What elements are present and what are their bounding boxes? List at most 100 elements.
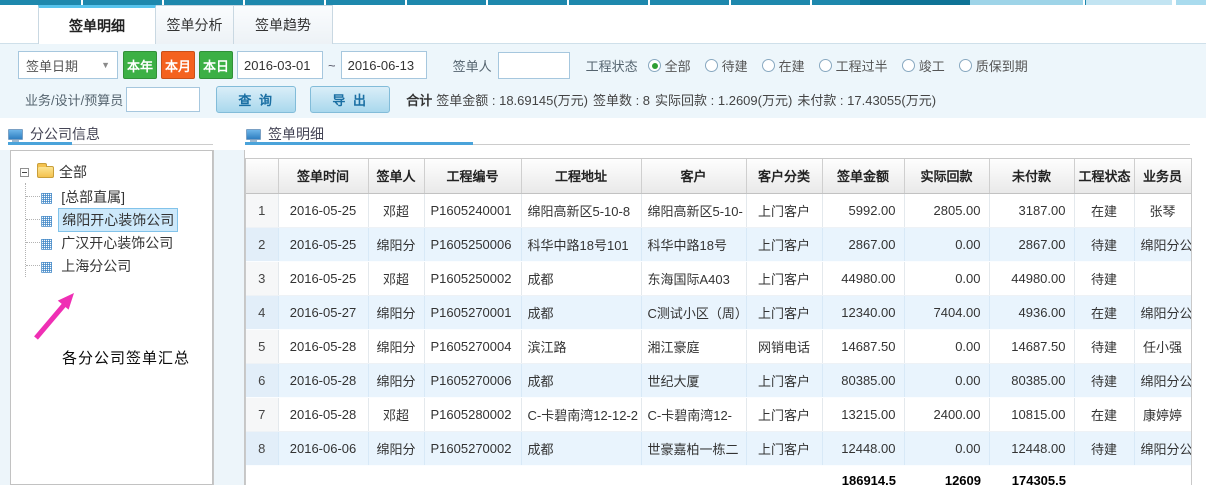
quick-button-1[interactable]: 本年 [123,51,157,79]
quick-button-2[interactable]: 本月 [161,51,195,79]
status-radio-4[interactable]: 工程过半 [819,56,888,75]
table-cell: 绵阳高新区5-10-8 [521,193,641,227]
status-radio-2[interactable]: 待建 [705,56,748,75]
table-row[interactable]: 52016-05-28绵阳分P1605270004滨江路湘江豪庭网销电话1468… [246,329,1191,363]
column-header-8[interactable]: 签单金额 [822,159,904,193]
sidebar-title-underline [8,142,72,145]
table-row[interactable]: 42016-05-27绵阳分P1605270001成都C测试小区（周）上门客户1… [246,295,1191,329]
status-radio-6[interactable]: 质保到期 [959,56,1028,75]
totals-summary: 合计签单金额 : 18.69145(万元)签单数 : 8实际回款 : 1.260… [406,90,941,109]
radio-label: 待建 [722,56,748,75]
column-header-6[interactable]: 客户 [641,159,746,193]
table-cell: 0.00 [904,363,989,397]
table-cell: 3187.00 [989,193,1074,227]
table-cell: 14687.50 [822,329,904,363]
row-number-cell: 8 [246,431,278,465]
column-header-1[interactable] [246,159,278,193]
table-cell: 在建 [1074,397,1134,431]
sidebar-title: 分公司信息 [30,124,100,144]
project-status-label: 工程状态 [586,56,638,75]
tab-2[interactable]: 签单分析 [156,5,234,44]
column-header-9[interactable]: 实际回款 [904,159,989,193]
table-row[interactable]: 72016-05-28邓超P1605280002C-卡碧南湾12-12-2C-卡… [246,397,1191,431]
table-cell: 绵阳分公 [1134,227,1191,261]
table-cell: 绵阳分 [368,431,424,465]
table-cell: 科华中路18号 [641,227,746,261]
panel-splitter[interactable] [213,150,245,485]
table-cell: 滨江路 [521,329,641,363]
radio-label: 工程过半 [836,56,888,75]
totals-cell [246,465,278,485]
main-title-underline [245,142,473,145]
table-cell: P1605270001 [424,295,521,329]
table-cell: 上门客户 [746,363,822,397]
tree-root-item[interactable]: 全部 [20,161,212,183]
signer-input[interactable] [498,52,570,79]
column-header-11[interactable]: 工程状态 [1074,159,1134,193]
radio-label: 全部 [665,56,691,75]
row-number-cell: 1 [246,193,278,227]
annotation-text: 各分公司签单汇总 [62,347,190,368]
column-header-5[interactable]: 工程地址 [521,159,641,193]
date-to-input[interactable] [341,51,427,79]
date-type-select[interactable]: 签单日期 ▼ [18,51,118,79]
table-cell: 2016-05-25 [278,227,368,261]
table-cell: 上门客户 [746,397,822,431]
table-cell: 2016-05-25 [278,261,368,295]
column-header-7[interactable]: 客户分类 [746,159,822,193]
table-cell: 任小强 [1134,329,1191,363]
column-header-3[interactable]: 签单人 [368,159,424,193]
tree-item-4[interactable]: ▦上海分公司 [26,254,212,277]
tree-item-3[interactable]: ▦广汉开心装饰公司 [26,231,212,254]
table-cell: 上门客户 [746,295,822,329]
radio-label: 质保到期 [976,56,1028,75]
table-row[interactable]: 32016-05-25邓超P1605250002成都东海国际A403上门客户44… [246,261,1191,295]
table-row[interactable]: 22016-05-25绵阳分P1605250006科华中路18号101科华中路1… [246,227,1191,261]
tab-list: 签单明细签单分析签单趋势 [38,5,333,44]
tab-3[interactable]: 签单趋势 [234,5,333,44]
table-cell: 康婷婷 [1134,397,1191,431]
table-cell: 2400.00 [904,397,989,431]
date-from-input[interactable] [237,51,323,79]
table-cell: 12448.00 [822,431,904,465]
table-cell: 绵阳分 [368,363,424,397]
main-panel-title: 签单明细 [268,124,324,144]
status-radio-5[interactable]: 竣工 [902,56,945,75]
table-row[interactable]: 12016-05-25邓超P1605240001绵阳高新区5-10-8绵阳高新区… [246,193,1191,227]
table-cell: 东海国际A403 [641,261,746,295]
table-row[interactable]: 62016-05-28绵阳分P1605270006成都世纪大厦上门客户80385… [246,363,1191,397]
table-row[interactable]: 82016-06-06绵阳分P1605270002成都世豪嘉柏一栋二上门客户12… [246,431,1191,465]
totals-cell [424,465,521,485]
staff-input[interactable] [126,87,200,112]
tree-item-label: 上海分公司 [58,255,134,277]
status-radio-1[interactable]: 全部 [648,56,691,75]
quick-button-3[interactable]: 本日 [199,51,233,79]
totals-cell [368,465,424,485]
tree-collapse-icon[interactable] [20,168,29,177]
tree-item-2[interactable]: ▦绵阳开心装饰公司 [26,208,212,231]
column-header-12[interactable]: 业务员 [1134,159,1191,193]
export-button[interactable]: 导 出 [310,86,390,113]
status-radio-3[interactable]: 在建 [762,56,805,75]
row-number-cell: 6 [246,363,278,397]
totals-cell [1074,465,1134,485]
date-range-separator: ~ [328,58,336,73]
summary-item-4: 未付款 : 17.43055(万元) [797,93,936,108]
table-cell: 2016-05-28 [278,329,368,363]
table-cell: 待建 [1074,329,1134,363]
totals-cell [746,465,822,485]
totals-cell: 12609 [904,465,989,485]
column-header-2[interactable]: 签单时间 [278,159,368,193]
totals-cell: 174305.5 [989,465,1074,485]
column-header-10[interactable]: 未付款 [989,159,1074,193]
column-header-4[interactable]: 工程编号 [424,159,521,193]
radio-label: 竣工 [919,56,945,75]
annotation-arrow [22,284,88,346]
tab-1[interactable]: 签单明细 [38,5,156,44]
table-cell: 绵阳分 [368,227,424,261]
query-button[interactable]: 查 询 [216,86,296,113]
totals-cell [278,465,368,485]
table-cell: 4936.00 [989,295,1074,329]
table-cell: 上门客户 [746,431,822,465]
tree-item-1[interactable]: ▦[总部直属] [26,185,212,208]
